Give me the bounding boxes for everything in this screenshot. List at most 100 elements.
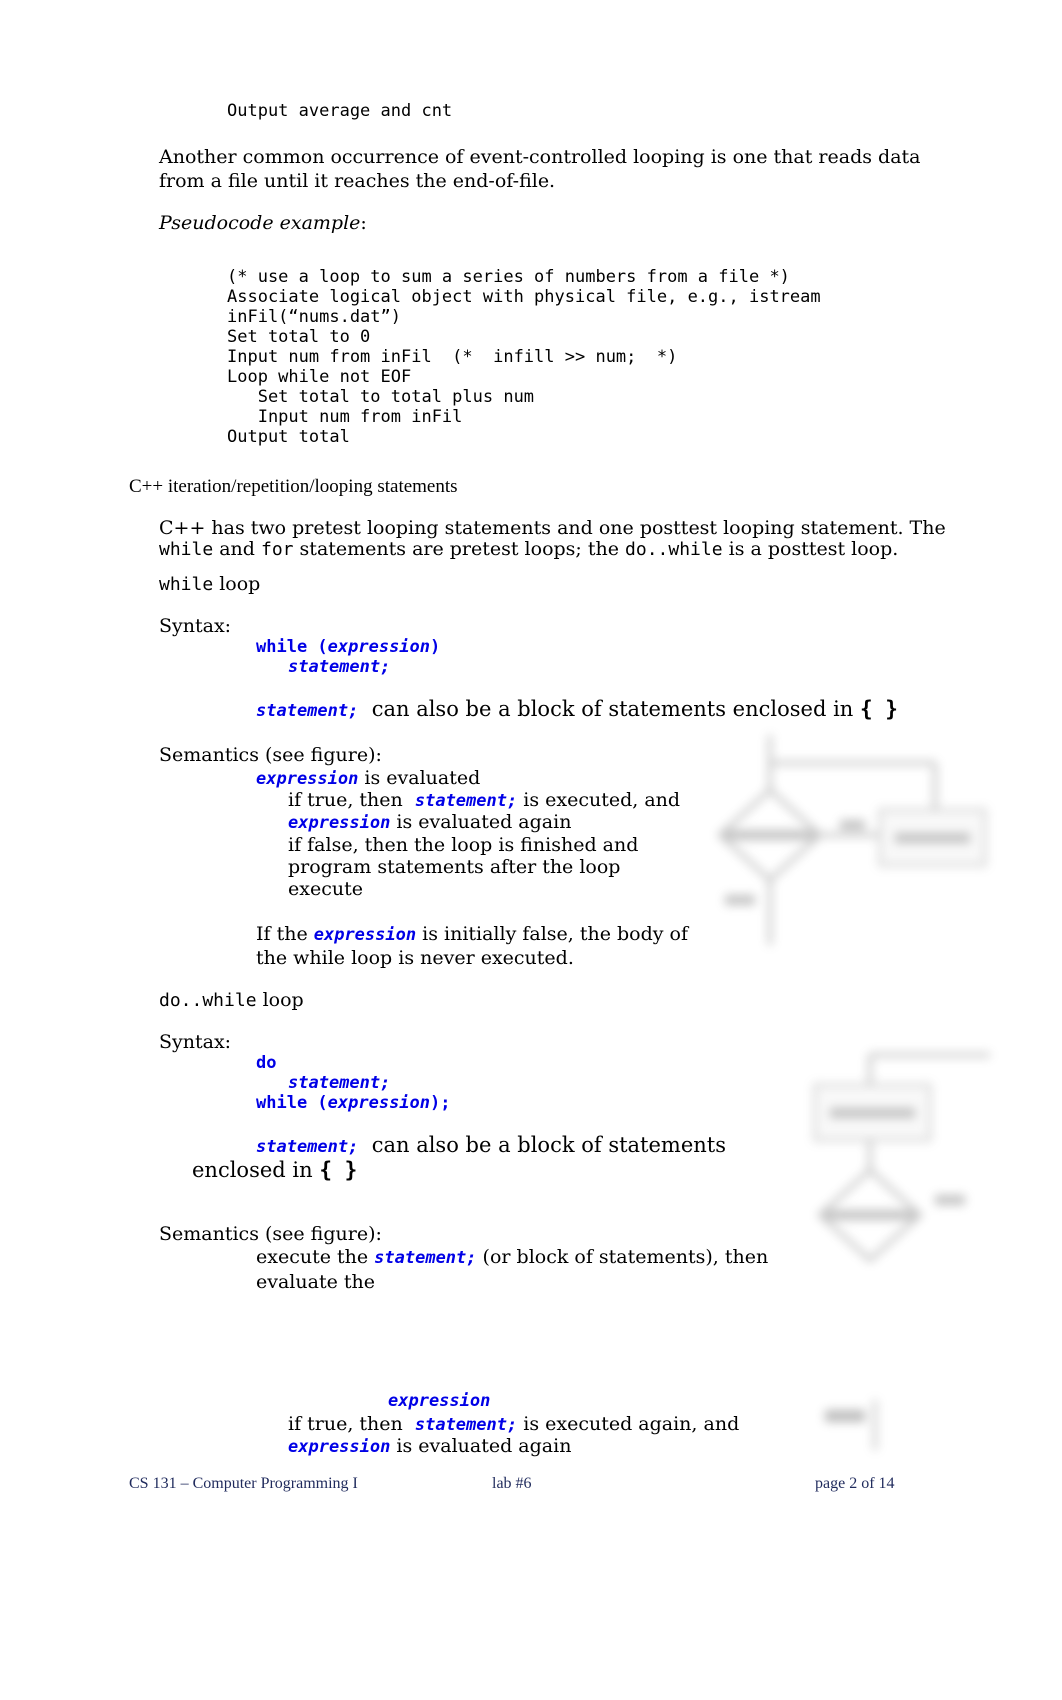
code-line: inFil(“nums.dat”) [227,307,401,327]
code-dowhile: do..while [625,539,723,560]
true-label [840,820,865,830]
kw-statement: statement; [414,791,518,811]
while-sem-line6: execute [288,878,363,900]
code-line: Loop while not EOF [227,367,412,387]
dowhile-syntax-label: Syntax: [159,1031,232,1053]
kw-statement: statement; [414,1415,518,1435]
loop-text: loop [256,989,304,1011]
braces: { } [319,1158,358,1182]
diamond-label [725,830,815,840]
kw-expression: expression [288,813,391,833]
kw-while: while ( [256,1093,328,1113]
while-syntax-line2: statement; [288,657,390,677]
while-loop-title: while loop [159,572,260,597]
kw-statement: statement; [288,1073,391,1093]
kw-statement: statement; [374,1248,477,1268]
kw-expression: expression [313,925,417,945]
kw-paren: ) [430,637,441,657]
text: and [213,538,261,560]
footer-page: page 2 of 14 [815,1475,895,1492]
kw-do: do [256,1053,277,1073]
while-flowchart-figure [717,735,987,945]
text: (or block of statements), then [476,1246,769,1268]
code-line: (* use a loop to sum a series of numbers… [227,267,790,287]
dowhile-syntax-do: do [256,1053,276,1073]
dowhile-sem-line4: expression is evaluated again [288,1434,571,1459]
dowhile-semantics-label: Semantics (see figure): [159,1223,382,1245]
pseudocode-colon: : [360,212,367,234]
text: can also be a block of statements [358,1133,727,1157]
dowhile-block-note: statement; can also be a block of statem… [256,1133,726,1159]
code-line: Set total to 0 [227,327,371,347]
box-label [895,833,970,843]
kw-expression: expression [288,1437,391,1457]
dowhile-sem-expr: expression [388,1391,490,1411]
code-for: for [261,539,294,560]
box-label [830,1108,915,1118]
dowhile-syntax-stmt: statement; [288,1073,390,1093]
diamond-label [825,1210,915,1220]
braces: { } [860,697,898,721]
kw-statement: statement; [256,701,359,721]
text: statements are pretest loops; the [293,538,626,560]
pseudocode-tail: Output average and cnt [227,101,453,121]
pseudocode-label: Pseudocode example: [159,211,367,235]
kw-statement: statement; [288,657,391,677]
kw-expression: expression [256,769,359,789]
text: can also be a block of statements enclos… [358,697,860,721]
text: is initially false, the body of [416,923,689,945]
text: is a posttest loop. [722,538,899,560]
footer-course: CS 131 – Computer Programming I [129,1475,358,1492]
intro-line2: while and for statements are pretest loo… [159,537,898,562]
dowhile-code: do..while [159,990,257,1011]
while-sem-line3: expression is evaluated again [288,810,571,835]
code-while: while [159,539,214,560]
text: is executed again, and [517,1413,740,1435]
kw-paren: ); [430,1093,451,1113]
kw-expression: expression [327,1093,431,1113]
false-label [725,895,755,905]
true-label [935,1195,965,1205]
while-sem-line4: if false, then the loop is finished and [288,834,639,856]
code-line: Set total to total plus num [227,387,535,407]
while-syntax-label: Syntax: [159,615,232,637]
text: if true, then [288,1413,415,1435]
dowhile-flowchart-figure [813,1053,990,1263]
while-note-line1: If the expression is initially false, th… [256,922,688,947]
pseudocode-label-text: Pseudocode example [159,212,361,234]
code-line: Input num from inFil [227,407,463,427]
text: is evaluated again [390,1435,572,1457]
while-note-line2: the while loop is never executed. [256,947,574,969]
figure-fragment [825,1400,877,1450]
while-sem-line5: program statements after the loop [288,856,621,878]
text: is evaluated again [390,811,572,833]
fragment-label [825,1410,865,1422]
code-line: Input num from inFil (* infill >> num; *… [227,347,678,367]
section-heading: C++ iteration/repetition/looping stateme… [129,476,458,497]
text: is executed, and [517,789,681,811]
dowhile-loop-title: do..while loop [159,988,304,1013]
dowhile-sem-line2: evaluate the [256,1271,375,1293]
text: enclosed in [192,1158,320,1182]
while-syntax-line1: while (expression) [256,637,440,657]
kw-while: while ( [256,637,328,657]
dowhile-block-note-line2: enclosed in { } [192,1158,357,1182]
dowhile-sem-line1: execute the statement; (or block of stat… [256,1245,768,1270]
code-line: Output total [227,427,350,447]
eof-paragraph-line1: Another common occurrence of event-contr… [159,146,921,168]
eof-paragraph-line2: from a file until it reaches the end-of-… [159,170,556,192]
kw-expression: expression [327,637,431,657]
text: execute the [256,1246,375,1268]
kw-expression: expression [388,1391,491,1411]
while-semantics-label: Semantics (see figure): [159,744,382,766]
loop-text: loop [213,573,261,595]
text: If the [256,923,314,945]
kw-statement: statement; [256,1137,359,1157]
while-block-note: statement; can also be a block of statem… [256,697,898,723]
footer-lab: lab #6 [492,1475,532,1492]
pseudocode-block: (* use a loop to sum a series of numbers… [227,247,821,467]
dowhile-syntax-while: while (expression); [256,1093,451,1113]
while-code: while [159,574,214,595]
text: is evaluated [358,767,481,789]
text: if true, then [288,789,415,811]
